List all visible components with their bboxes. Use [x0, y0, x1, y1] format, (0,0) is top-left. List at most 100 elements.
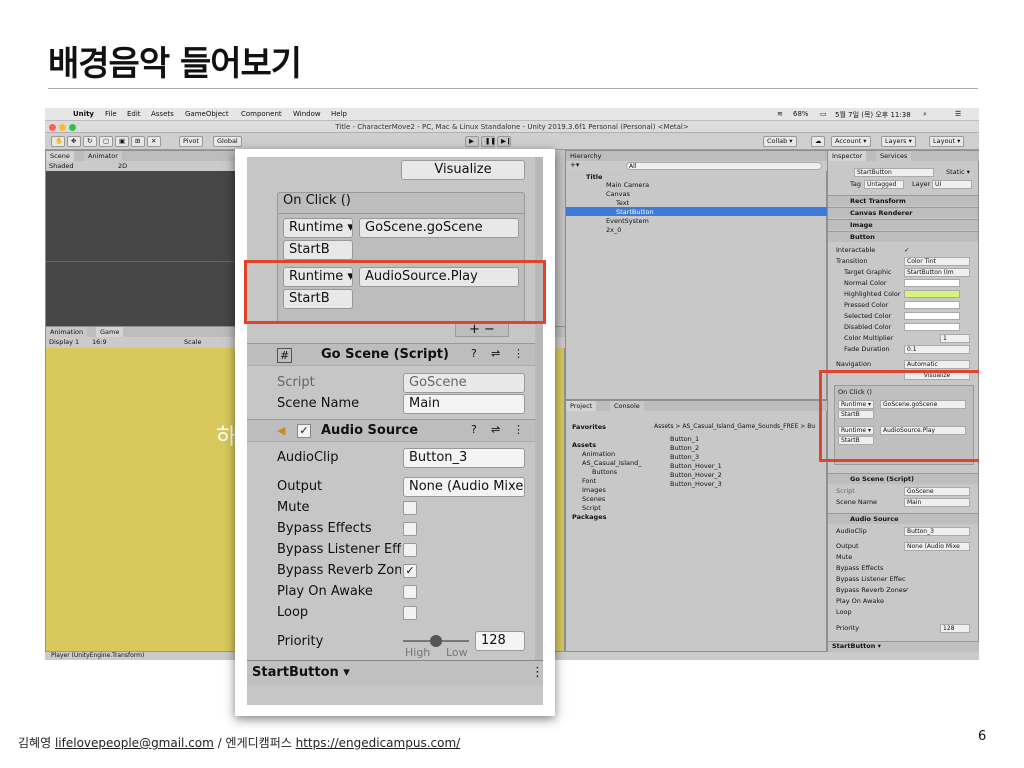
layer-dropdown[interactable]: UI [932, 180, 972, 189]
tab-animator[interactable]: Animator [84, 151, 122, 161]
project-packages[interactable]: Packages [572, 513, 606, 521]
component-image[interactable]: Image [828, 219, 978, 230]
transition-dropdown[interactable]: Color Tint [904, 257, 970, 266]
file-button-2[interactable]: Button_2 [670, 444, 699, 452]
project-casual-island[interactable]: AS_Casual_Island_ [582, 459, 641, 467]
menu-assets[interactable]: Assets [151, 110, 174, 118]
file-button-3[interactable]: Button_3 [670, 453, 699, 461]
scene-name-field-small[interactable]: Main [904, 498, 970, 507]
tag-dropdown[interactable]: Untagged [864, 180, 904, 189]
menu-help[interactable]: Help [331, 110, 347, 118]
project-buttons[interactable]: Buttons [592, 468, 617, 476]
interactable-check[interactable]: ✓ [904, 246, 909, 254]
hierarchy-search[interactable]: All [626, 162, 822, 170]
more-icon[interactable]: ⋮ [513, 347, 524, 360]
project-script[interactable]: Script [582, 504, 601, 512]
project-scenes[interactable]: Scenes [582, 495, 605, 503]
scene-name-field[interactable]: Main [403, 394, 525, 414]
add-object-icon[interactable]: +▾ [570, 161, 579, 169]
component-goscene[interactable]: # Go Scene (Script) ? ⇌ ⋮ [247, 343, 543, 366]
bypass-listener-checkbox[interactable] [403, 543, 417, 557]
wifi-icon[interactable]: ≋ [777, 110, 783, 118]
aspect-dropdown[interactable]: 16:9 [92, 338, 107, 346]
tab-console[interactable]: Console [610, 401, 644, 411]
bypass-effects-checkbox[interactable] [403, 522, 417, 536]
priority-slider-knob[interactable] [430, 635, 442, 647]
hierarchy-item-eventsystem[interactable]: EventSystem [606, 217, 649, 225]
component-audio-source[interactable]: ◀ ✓ Audio Source ? ⇌ ⋮ [247, 419, 543, 442]
project-animation[interactable]: Animation [582, 450, 615, 458]
selected-color-swatch[interactable] [904, 312, 960, 320]
file-button-1[interactable]: Button_1 [670, 435, 699, 443]
collab-button[interactable]: Collab ▾ [763, 136, 797, 147]
display-dropdown[interactable]: Display 1 [49, 338, 79, 346]
file-button-hover-2[interactable]: Button_Hover_2 [670, 471, 722, 479]
runtime-dropdown-1[interactable]: Runtime ▾ [283, 218, 353, 238]
audio-source-enabled-check[interactable]: ✓ [297, 424, 311, 438]
tab-hierarchy[interactable]: Hierarchy [566, 151, 828, 161]
hierarchy-item-text[interactable]: Text [616, 199, 629, 207]
maximize-window-button[interactable] [69, 124, 76, 131]
search-icon[interactable]: ⌕ [923, 110, 927, 119]
hierarchy-item-title[interactable]: Title [586, 173, 602, 181]
target-graphic-field[interactable]: StartButton (Im [904, 268, 970, 277]
hierarchy-item-startbutton[interactable]: StartButton [616, 208, 654, 216]
hierarchy-item-canvas[interactable]: Canvas [606, 190, 630, 198]
help-icon-2[interactable]: ? [471, 423, 477, 436]
static-dropdown[interactable]: Static ▾ [946, 168, 970, 176]
normal-color-swatch[interactable] [904, 279, 960, 287]
play-icon[interactable]: ▶ [465, 136, 479, 147]
audioclip-field-small[interactable]: Button_3 [904, 527, 970, 536]
footer-email-link[interactable]: lifelovepeople@gmail.com [55, 736, 214, 750]
component-canvas-renderer[interactable]: Canvas Renderer [828, 207, 978, 218]
shaded-dropdown[interactable]: Shaded [49, 162, 73, 170]
cloud-icon[interactable]: ☁ [811, 136, 825, 147]
scale-tool-icon[interactable]: ▢ [99, 136, 113, 147]
menu-list-icon[interactable]: ☰ [955, 110, 961, 118]
tab-inspector[interactable]: Inspector [828, 151, 867, 161]
more-icon-2[interactable]: ⋮ [513, 423, 524, 436]
tab-project[interactable]: Project [566, 401, 597, 411]
output-field[interactable]: None (Audio Mixe [403, 477, 525, 497]
menu-edit[interactable]: Edit [127, 110, 141, 118]
account-button[interactable]: Account ▾ [831, 136, 871, 147]
footer-more-icon[interactable]: ⋮ [531, 665, 543, 680]
audioclip-field[interactable]: Button_3 [403, 448, 525, 468]
disabled-color-swatch[interactable] [904, 323, 960, 331]
object-name-field[interactable]: StartButton [854, 168, 934, 177]
project-favorites[interactable]: Favorites [572, 423, 606, 431]
project-breadcrumb[interactable]: Assets > AS_Casual_Island_Game_Sounds_FR… [654, 423, 815, 430]
tab-animation[interactable]: Animation [46, 327, 88, 337]
inspector-footer-object[interactable]: StartButton ▾ [252, 665, 350, 680]
project-assets[interactable]: Assets [572, 441, 596, 449]
menu-window[interactable]: Window [293, 110, 321, 118]
footer-url-link[interactable]: https://engedicampus.com/ [296, 736, 461, 750]
pressed-color-swatch[interactable] [904, 301, 960, 309]
bypass-reverb-checkbox[interactable]: ✓ [403, 564, 417, 578]
hierarchy-item-2x0[interactable]: 2x_0 [606, 226, 621, 234]
step-icon[interactable]: ▶❙ [497, 136, 511, 147]
fade-duration-field[interactable]: 0.1 [904, 345, 970, 354]
layout-button[interactable]: Layout ▾ [929, 136, 965, 147]
close-window-button[interactable] [49, 124, 56, 131]
rotate-tool-icon[interactable]: ↻ [83, 136, 97, 147]
tab-services[interactable]: Services [876, 151, 912, 161]
global-toggle[interactable]: Global [213, 136, 242, 147]
preset-icon[interactable]: ⇌ [491, 347, 500, 360]
menu-gameobject[interactable]: GameObject [185, 110, 229, 118]
component-rect-transform[interactable]: Rect Transform [828, 195, 978, 206]
project-font[interactable]: Font [582, 477, 596, 485]
visualize-button[interactable]: Visualize [401, 160, 525, 180]
move-tool-icon[interactable]: ✥ [67, 136, 81, 147]
add-remove-listener-icons[interactable]: + − [455, 323, 509, 337]
loop-checkbox[interactable] [403, 606, 417, 620]
file-button-hover-3[interactable]: Button_Hover_3 [670, 480, 722, 488]
minimize-window-button[interactable] [59, 124, 66, 131]
component-goscene-small[interactable]: Go Scene (Script) [828, 473, 978, 484]
preset-icon-2[interactable]: ⇌ [491, 423, 500, 436]
project-images[interactable]: Images [582, 486, 606, 494]
menu-component[interactable]: Component [241, 110, 282, 118]
priority-field-small[interactable]: 128 [940, 624, 970, 633]
pivot-toggle[interactable]: Pivot [179, 136, 203, 147]
inspector-footer-small[interactable]: StartButton ▾ [832, 642, 881, 650]
